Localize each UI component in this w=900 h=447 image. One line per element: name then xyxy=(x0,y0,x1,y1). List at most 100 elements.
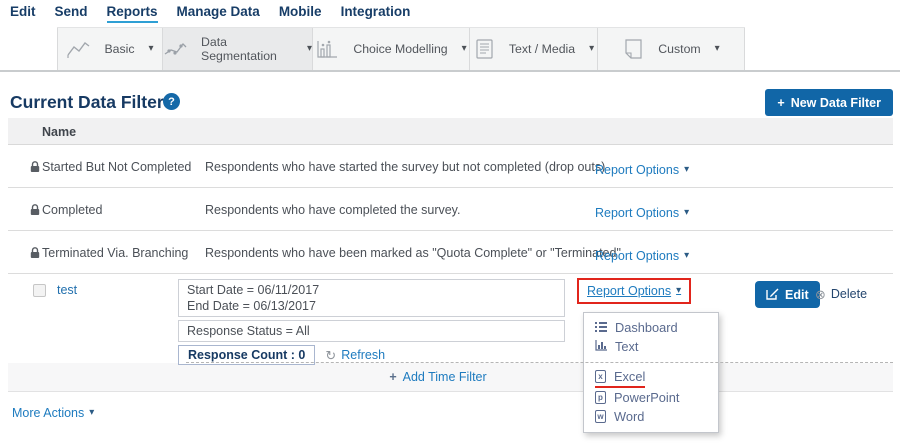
caret-down-icon xyxy=(89,408,94,418)
report-options-label: Report Options xyxy=(595,163,679,177)
menu-item-label: Dashboard xyxy=(615,320,678,335)
report-type-tabs: Basic Data Segmentation Choice Modelling… xyxy=(57,27,745,70)
report-options-link[interactable]: Report Options xyxy=(595,249,689,263)
report-options-label: Report Options xyxy=(595,206,679,220)
filter-details: Start Date = 06/11/2017 End Date = 06/13… xyxy=(178,279,565,365)
menu-integration[interactable]: Integration xyxy=(341,4,411,21)
menu-item-word[interactable]: w Word xyxy=(584,407,718,426)
refresh-icon xyxy=(325,349,336,362)
help-icon[interactable] xyxy=(163,93,180,110)
date-filter-box: Start Date = 06/11/2017 End Date = 06/13… xyxy=(178,279,565,317)
menu-item-label: Text xyxy=(615,339,638,354)
menu-item-label: Word xyxy=(614,409,644,424)
table-row: Started But Not Completed Respondents wh… xyxy=(8,145,893,188)
report-options-link-test[interactable]: Report Options xyxy=(587,284,681,298)
filter-description: Respondents who have started the survey … xyxy=(205,160,605,174)
caret-down-icon xyxy=(589,44,594,54)
more-actions-label: More Actions xyxy=(12,406,84,420)
row-checkbox[interactable] xyxy=(33,284,46,297)
edit-button[interactable]: Edit xyxy=(755,281,820,308)
report-options-link[interactable]: Report Options xyxy=(595,163,689,177)
table-row-test: test Start Date = 06/11/2017 End Date = … xyxy=(8,274,893,363)
line-chart-icon xyxy=(66,39,90,59)
filter-name-link[interactable]: test xyxy=(57,283,77,297)
menu-item-powerpoint[interactable]: p PowerPoint xyxy=(584,388,718,407)
response-status-value: Response Status = All xyxy=(187,323,556,339)
caret-down-icon xyxy=(462,44,467,54)
new-data-filter-label: New Data Filter xyxy=(791,96,881,110)
filter-name: Terminated Via. Branching xyxy=(42,246,188,260)
tab-label: Custom xyxy=(658,42,700,56)
menu-item-excel[interactable]: x Excel xyxy=(584,369,718,388)
edit-label: Edit xyxy=(785,288,809,302)
caret-down-icon xyxy=(149,44,154,54)
tab-label: Text / Media xyxy=(509,42,575,56)
menu-reports[interactable]: Reports xyxy=(107,4,158,23)
report-options-dropdown-menu: Dashboard Text x Excel p PowerPoint xyxy=(583,312,719,433)
lock-icon xyxy=(29,203,41,219)
report-options-label: Report Options xyxy=(595,249,679,263)
menu-mobile[interactable]: Mobile xyxy=(279,4,322,21)
caret-down-icon xyxy=(676,286,681,296)
report-options-label: Report Options xyxy=(587,284,671,298)
filter-name: Started But Not Completed xyxy=(42,160,191,174)
powerpoint-file-icon: p xyxy=(595,391,606,404)
lock-icon xyxy=(29,160,41,176)
caret-down-icon xyxy=(684,165,689,175)
plus-icon xyxy=(777,96,784,110)
caret-down-icon xyxy=(684,251,689,261)
top-menu-bar: Edit Send Reports Manage Data Mobile Int… xyxy=(0,0,900,26)
row-divider-dashed xyxy=(186,362,893,363)
delete-circle-x-icon xyxy=(815,288,826,301)
filter-description: Respondents who have completed the surve… xyxy=(205,203,460,217)
caret-down-icon xyxy=(307,44,312,54)
data-filters-table: Name Started But Not Completed Responden… xyxy=(8,118,893,392)
start-date-value: Start Date = 06/11/2017 xyxy=(187,282,556,298)
word-file-icon: w xyxy=(595,410,606,423)
filter-description: Respondents who have been marked as "Quo… xyxy=(205,246,621,260)
document-text-icon xyxy=(473,39,495,59)
plus-icon xyxy=(389,370,396,384)
excel-file-icon: x xyxy=(595,370,606,383)
column-header-name: Name xyxy=(42,125,76,139)
tab-text-media[interactable]: Text / Media xyxy=(470,28,598,70)
add-time-filter-link[interactable]: Add Time Filter xyxy=(389,370,486,384)
response-status-box: Response Status = All xyxy=(178,320,565,342)
tab-choice-modelling[interactable]: Choice Modelling xyxy=(313,28,470,70)
tab-label: Basic xyxy=(104,42,134,56)
add-time-filter-label: Add Time Filter xyxy=(403,370,487,384)
page-title: Current Data Filters xyxy=(10,92,173,113)
app-window: Edit Send Reports Manage Data Mobile Int… xyxy=(0,0,900,447)
refresh-link[interactable]: Refresh xyxy=(325,348,385,362)
add-time-filter-row: Add Time Filter xyxy=(8,363,893,392)
menu-manage-data[interactable]: Manage Data xyxy=(177,4,260,21)
new-data-filter-button[interactable]: New Data Filter xyxy=(765,89,893,116)
lock-icon xyxy=(29,246,41,262)
menu-item-text[interactable]: Text xyxy=(584,337,718,356)
text-report-chart-icon xyxy=(595,339,607,354)
delete-label: Delete xyxy=(831,287,867,301)
menu-send[interactable]: Send xyxy=(55,4,88,21)
menu-item-label: PowerPoint xyxy=(614,390,679,405)
dashboard-list-icon xyxy=(595,320,607,335)
tab-data-segmentation[interactable]: Data Segmentation xyxy=(163,28,313,70)
filter-name: Completed xyxy=(42,203,102,217)
tab-label: Data Segmentation xyxy=(201,35,293,63)
refresh-label: Refresh xyxy=(341,348,385,362)
table-row: Completed Respondents who have completed… xyxy=(8,188,893,231)
custom-page-icon xyxy=(622,39,644,59)
tab-custom[interactable]: Custom xyxy=(598,28,745,70)
delete-link[interactable]: Delete xyxy=(815,287,867,301)
content-header: Current Data Filters New Data Filter xyxy=(0,72,900,118)
end-date-value: End Date = 06/13/2017 xyxy=(187,298,556,314)
annotation-red-box: Report Options xyxy=(577,278,691,304)
menu-item-label: Excel xyxy=(614,369,645,384)
bar-chart-icon xyxy=(315,39,339,59)
tab-basic[interactable]: Basic xyxy=(57,28,163,70)
menu-item-dashboard[interactable]: Dashboard xyxy=(584,318,718,337)
more-actions-link[interactable]: More Actions xyxy=(12,406,94,420)
scatter-chart-icon xyxy=(163,39,187,59)
menu-edit[interactable]: Edit xyxy=(10,4,36,21)
report-options-link[interactable]: Report Options xyxy=(595,206,689,220)
tab-label: Choice Modelling xyxy=(353,42,447,56)
